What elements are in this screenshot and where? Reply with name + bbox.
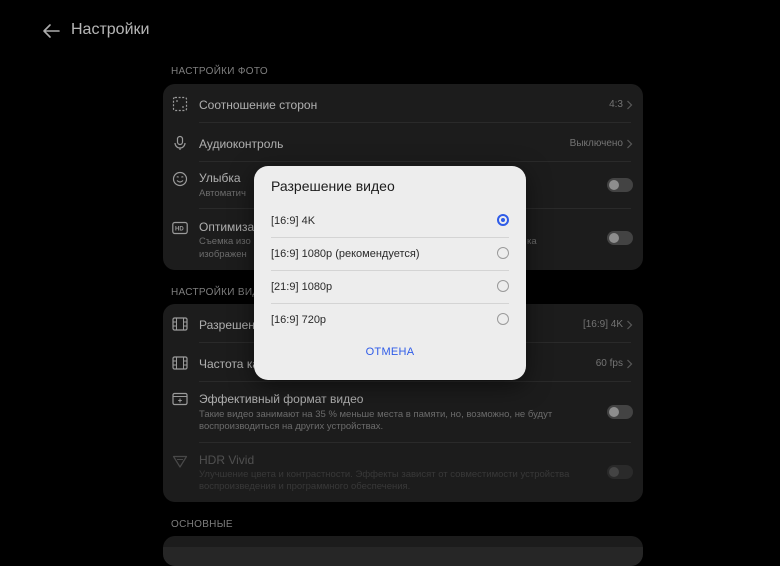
resolution-option-1080p-recommended[interactable]: [16:9] 1080p (рекомендуется) (254, 238, 526, 271)
resolution-option-21-9-1080p[interactable]: [21:9] 1080p (254, 271, 526, 304)
resolution-option-720p[interactable]: [16:9] 720p (254, 304, 526, 337)
radio-unselected[interactable] (497, 313, 509, 325)
option-label: [21:9] 1080p (271, 281, 333, 293)
resolution-option-4k[interactable]: [16:9] 4K (254, 205, 526, 238)
option-label: [16:9] 1080p (рекомендуется) (271, 248, 420, 260)
radio-unselected[interactable] (497, 280, 509, 292)
radio-unselected[interactable] (497, 247, 509, 259)
option-label: [16:9] 720p (271, 314, 327, 326)
radio-selected[interactable] (497, 214, 509, 226)
dialog-title: Разрешение видео (271, 178, 395, 194)
video-resolution-dialog: Разрешение видео [16:9] 4K [16:9] 1080p … (254, 166, 526, 380)
cancel-button[interactable]: ОТМЕНА (254, 346, 526, 358)
option-label: [16:9] 4K (271, 215, 316, 227)
